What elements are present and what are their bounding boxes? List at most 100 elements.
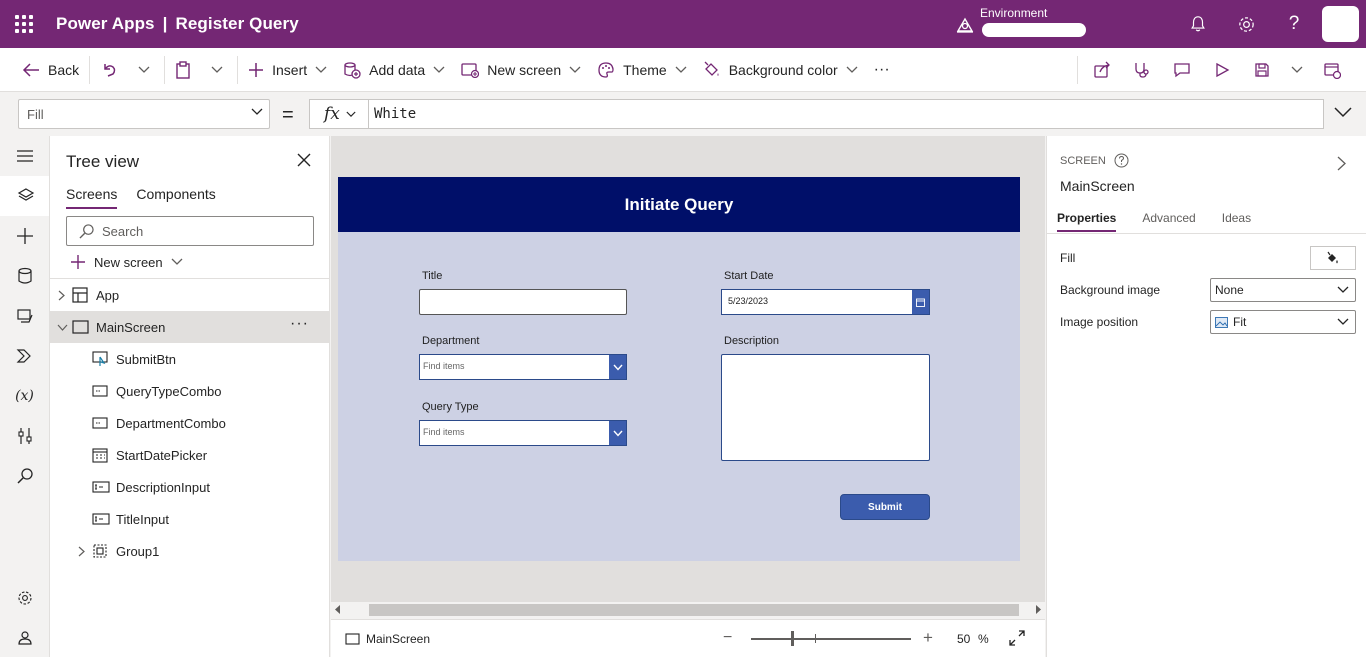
- tree-node-label: SubmitBtn: [116, 351, 176, 367]
- notifications-icon[interactable]: [1186, 12, 1210, 36]
- paste-button[interactable]: [167, 48, 207, 92]
- calendar-button[interactable]: [912, 290, 929, 314]
- tree-node-group1[interactable]: Group1: [50, 535, 330, 567]
- tree-node-label: TitleInput: [116, 511, 169, 527]
- scrollbar-thumb[interactable]: [369, 604, 1019, 616]
- app-checker-icon[interactable]: [1122, 48, 1162, 92]
- more-commands-button[interactable]: ···: [866, 48, 898, 92]
- query-type-dropdown-button[interactable]: [609, 421, 626, 445]
- zoom-slider-thumb[interactable]: [791, 631, 794, 646]
- data-icon[interactable]: [0, 256, 49, 296]
- tree-node-app[interactable]: App: [50, 279, 330, 311]
- save-dropdown-icon[interactable]: [1282, 48, 1312, 92]
- close-icon[interactable]: [297, 153, 311, 167]
- selected-name[interactable]: MainScreen: [1060, 178, 1135, 194]
- image-position-dropdown[interactable]: Fit: [1210, 310, 1356, 334]
- save-icon[interactable]: [1242, 48, 1282, 92]
- help-icon[interactable]: ?: [1282, 12, 1306, 36]
- submit-button[interactable]: Submit: [840, 494, 930, 520]
- divider: [89, 55, 91, 84]
- theme-button[interactable]: Theme: [589, 48, 695, 92]
- tree-node-query-type-combo[interactable]: QueryTypeCombo: [50, 375, 330, 407]
- chevron-right-icon[interactable]: [78, 546, 85, 557]
- background-color-button[interactable]: Background color: [695, 48, 866, 92]
- share-icon[interactable]: [1082, 48, 1122, 92]
- advanced-tools-icon[interactable]: [0, 416, 49, 456]
- undo-button[interactable]: [92, 48, 134, 92]
- insert-button[interactable]: Insert: [240, 48, 335, 92]
- new-screen-button[interactable]: New screen: [453, 48, 589, 92]
- fill-label: Fill: [1060, 251, 1076, 265]
- back-button[interactable]: Back: [0, 48, 87, 92]
- app-launcher-icon[interactable]: [0, 0, 48, 48]
- zoom-in-button[interactable]: +: [923, 628, 933, 648]
- tree-node-main-screen[interactable]: MainScreen ···: [50, 311, 330, 343]
- power-automate-icon[interactable]: [0, 336, 49, 376]
- settings-icon[interactable]: [0, 578, 49, 618]
- settings-icon[interactable]: [1234, 12, 1258, 36]
- combo-box-icon: [92, 417, 108, 429]
- paste-dropdown[interactable]: [207, 48, 235, 92]
- add-data-button[interactable]: Add data: [335, 48, 453, 92]
- tab-advanced[interactable]: Advanced: [1142, 211, 1195, 232]
- tree-node-submit-btn[interactable]: SubmitBtn: [50, 343, 330, 375]
- chevron-right-icon[interactable]: [58, 290, 65, 301]
- search-icon[interactable]: [0, 456, 49, 496]
- comments-icon[interactable]: [1162, 48, 1202, 92]
- tree-view-icon[interactable]: [0, 176, 49, 216]
- expand-formula-icon[interactable]: [1334, 106, 1352, 118]
- zoom-out-button[interactable]: −: [723, 629, 732, 647]
- chevron-down-icon[interactable]: [57, 324, 68, 331]
- avatar[interactable]: [1322, 6, 1359, 42]
- tab-ideas[interactable]: Ideas: [1222, 211, 1251, 232]
- background-image-dropdown[interactable]: None: [1210, 278, 1356, 302]
- property-value: Fill: [27, 106, 44, 122]
- tree-new-screen-button[interactable]: New screen: [70, 254, 191, 270]
- search-placeholder: Search: [102, 223, 144, 239]
- zoom-value[interactable]: 50: [957, 632, 970, 646]
- tree-node-start-date-picker[interactable]: StartDatePicker: [50, 439, 330, 471]
- property-dropdown[interactable]: Fill: [18, 99, 270, 129]
- publish-icon[interactable]: [1312, 48, 1352, 92]
- tree-node-department-combo[interactable]: DepartmentCombo: [50, 407, 330, 439]
- formula-input[interactable]: White: [368, 99, 1324, 129]
- virtual-agent-icon[interactable]: [0, 618, 49, 657]
- title-input[interactable]: [419, 289, 627, 315]
- main-screen-canvas[interactable]: Initiate Query Title Start Date 5/23/202…: [338, 177, 1020, 561]
- tab-components[interactable]: Components: [136, 186, 215, 209]
- undo-dropdown[interactable]: [134, 48, 162, 92]
- query-type-combo[interactable]: Find items: [419, 420, 627, 446]
- preview-play-icon[interactable]: [1202, 48, 1242, 92]
- tree-search-input[interactable]: Search: [66, 216, 314, 246]
- variables-icon[interactable]: (x): [0, 376, 49, 416]
- scroll-left-icon[interactable]: [335, 605, 341, 614]
- fill-color-picker[interactable]: [1310, 246, 1356, 270]
- left-rail: (x): [0, 136, 50, 657]
- more-options-icon[interactable]: ···: [290, 315, 309, 333]
- chevron-down-icon: [315, 66, 327, 73]
- plus-icon: [249, 62, 264, 77]
- description-input[interactable]: [721, 354, 930, 461]
- department-dropdown-button[interactable]: [609, 355, 626, 379]
- tree-view-panel: Tree view Screens Components Search New …: [50, 136, 330, 657]
- tree-node-label: Group1: [116, 543, 160, 559]
- environment-picker[interactable]: Environment: [954, 6, 1086, 37]
- tab-screens[interactable]: Screens: [66, 186, 118, 209]
- scroll-right-icon[interactable]: [1035, 605, 1041, 614]
- current-screen-indicator[interactable]: MainScreen: [345, 632, 430, 646]
- tree-node-description-input[interactable]: DescriptionInput: [50, 471, 330, 503]
- help-icon[interactable]: [1114, 153, 1129, 168]
- menu-icon[interactable]: [0, 136, 49, 176]
- media-icon[interactable]: [0, 296, 49, 336]
- insert-icon[interactable]: [0, 216, 49, 256]
- start-date-picker[interactable]: 5/23/2023: [721, 289, 930, 315]
- tab-properties[interactable]: Properties: [1057, 211, 1117, 232]
- canvas-horizontal-scrollbar[interactable]: [331, 602, 1045, 618]
- zoom-slider-track[interactable]: [751, 638, 911, 640]
- screen-header[interactable]: Initiate Query: [338, 177, 1020, 232]
- tree-node-title-input[interactable]: TitleInput: [50, 503, 330, 535]
- chevron-right-icon[interactable]: [1337, 156, 1346, 171]
- fx-button[interactable]: fx: [309, 99, 369, 129]
- department-combo[interactable]: Find items: [419, 354, 627, 380]
- fit-to-window-icon[interactable]: [1009, 630, 1025, 646]
